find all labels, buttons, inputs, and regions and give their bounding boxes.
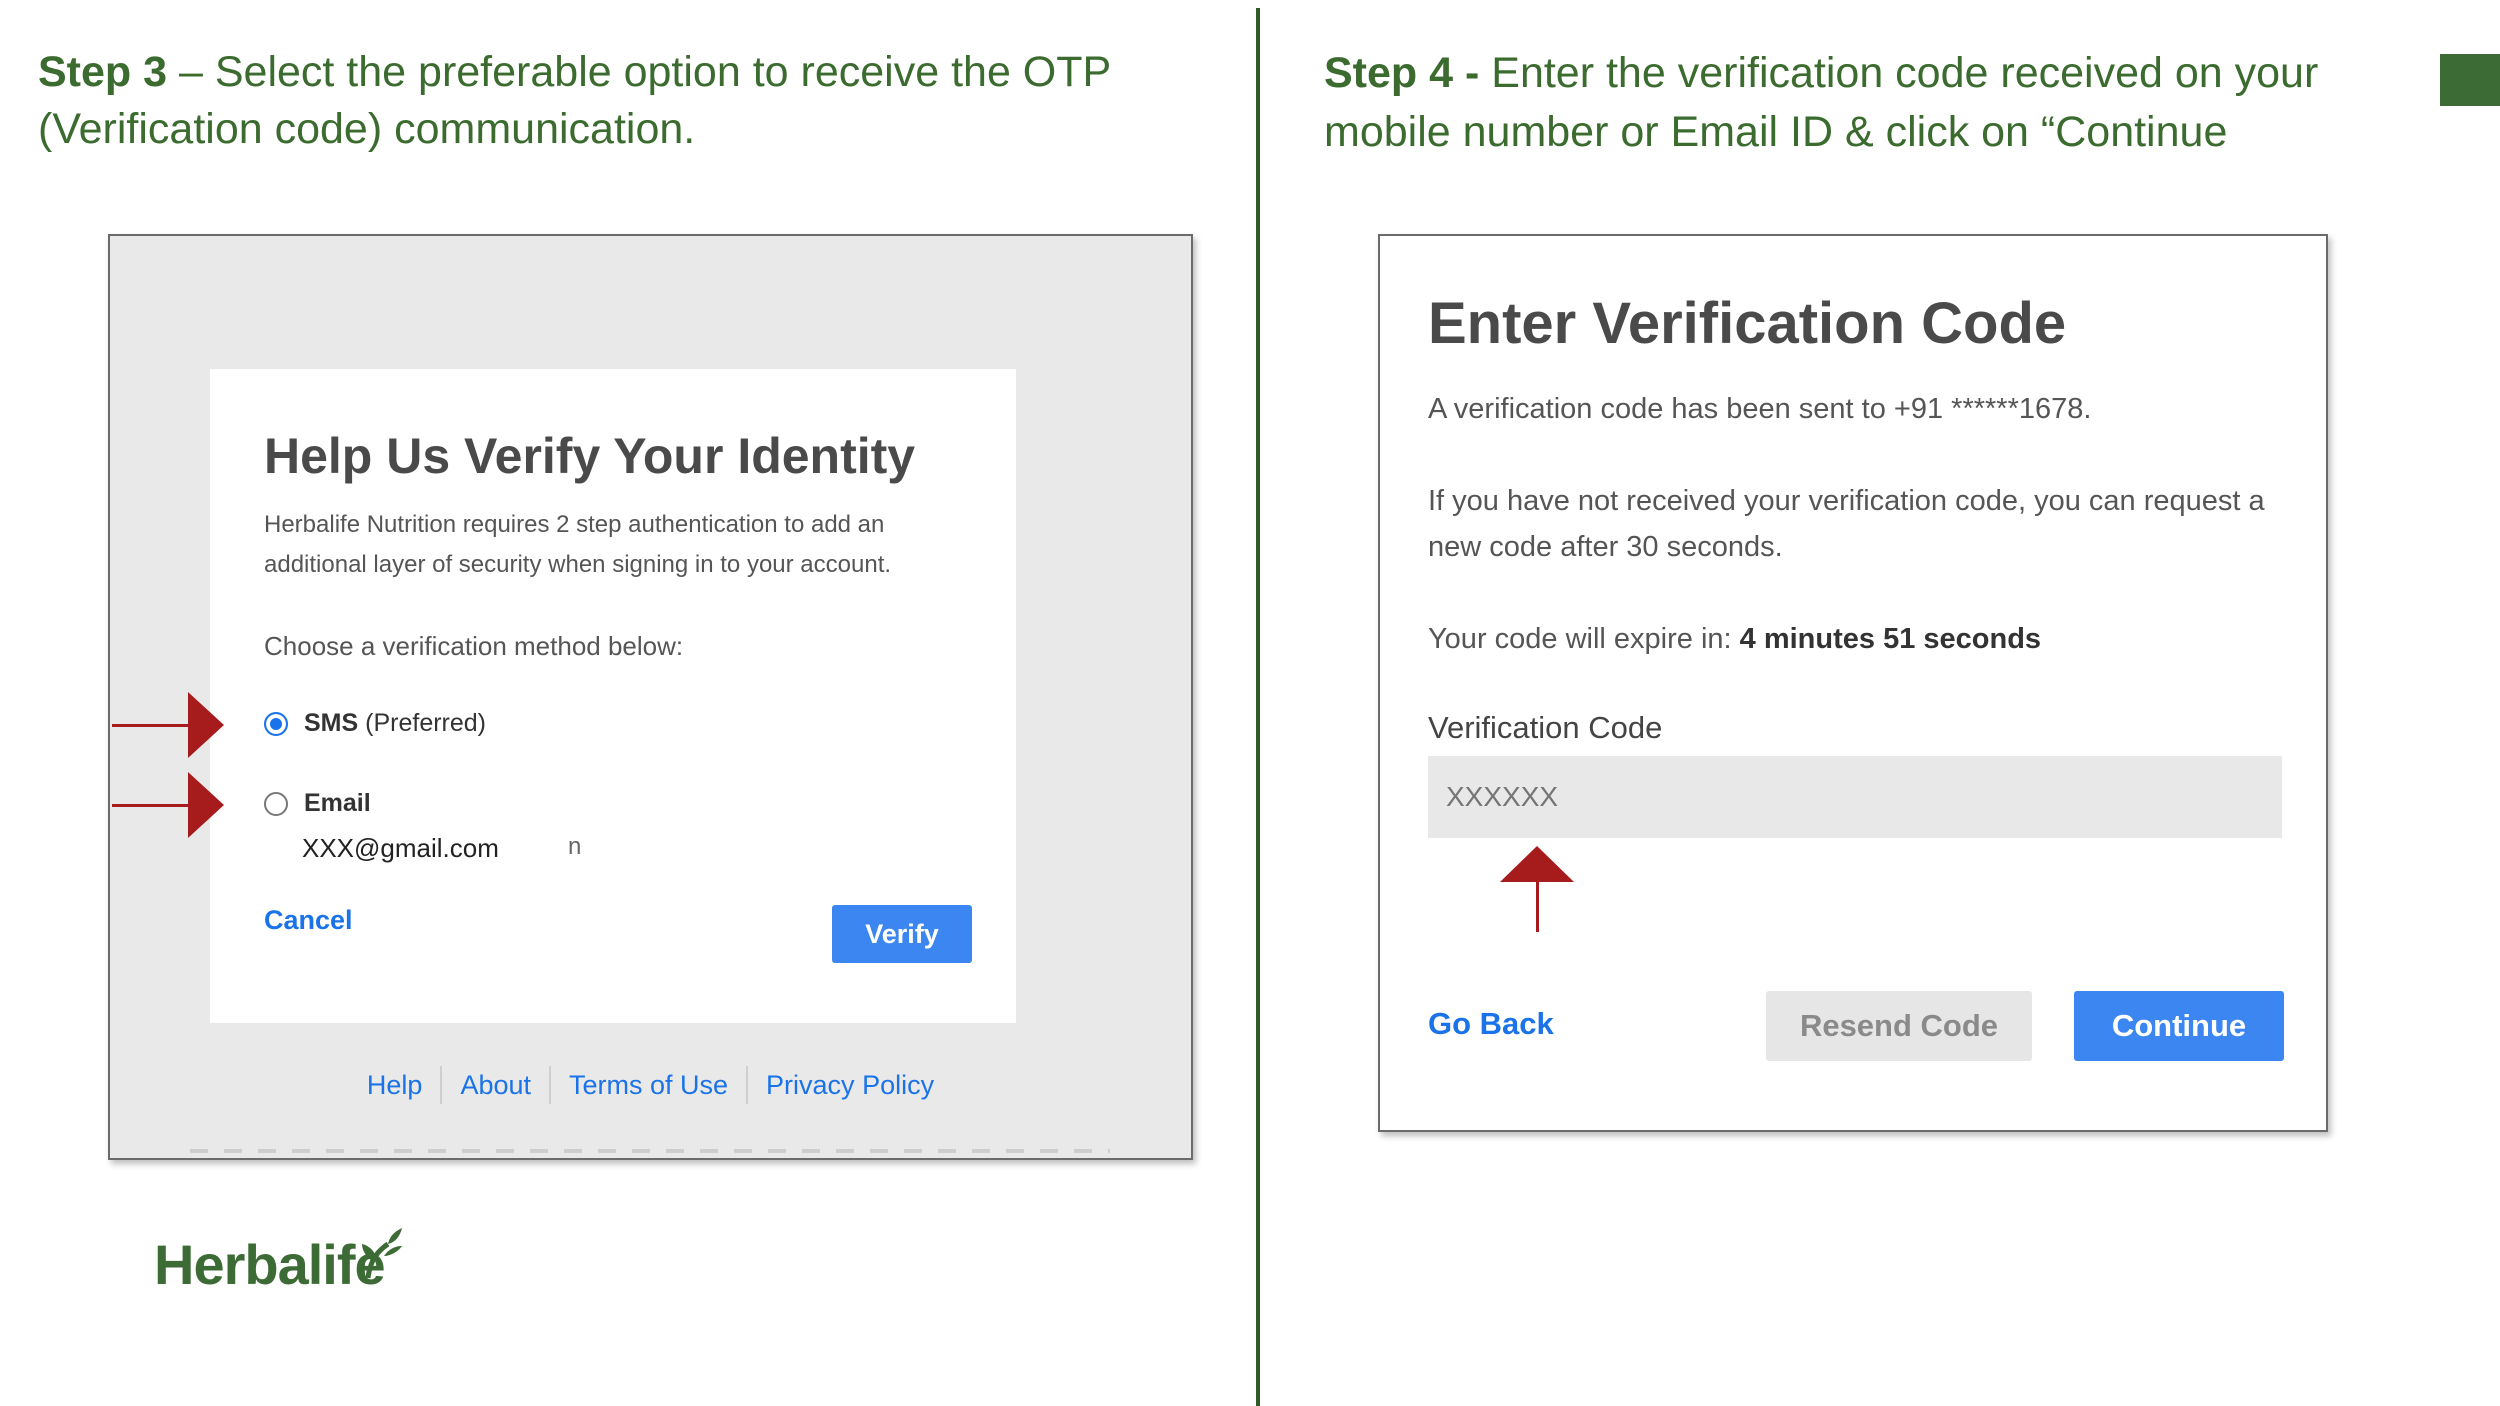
resend-info-message: If you have not received your verificati… [1428, 485, 2265, 563]
email-radio[interactable] [264, 791, 288, 816]
step3-text: – Select the preferable option to receiv… [38, 48, 1111, 153]
logo-text: Herbalife [154, 1233, 386, 1296]
arrow-shaft [112, 803, 188, 807]
cancel-link[interactable]: Cancel [264, 905, 353, 936]
arrow-head-icon [188, 692, 224, 758]
footer-link-terms[interactable]: Terms of Use [551, 1066, 749, 1104]
verification-code-label: Verification Code [1428, 710, 1663, 745]
footer-link-about[interactable]: About [442, 1066, 551, 1104]
corner-accent-block [2440, 54, 2500, 106]
arrow-shaft [112, 723, 188, 727]
step4-heading: Step 4 - Enter the verification code rec… [1324, 44, 2424, 162]
identity-card-description: Herbalife Nutrition requires 2 step auth… [264, 511, 892, 578]
sms-radio[interactable] [264, 711, 288, 736]
stray-mark: n [568, 833, 582, 860]
footer-link-help[interactable]: Help [349, 1066, 443, 1104]
herbalife-logo: Herbalife [154, 1228, 402, 1297]
step4-label: Step 4 - [1324, 49, 1480, 97]
identity-card-title: Help Us Verify Your Identity [264, 428, 916, 484]
arrow-to-sms [112, 692, 224, 758]
email-option[interactable]: Email [264, 789, 371, 818]
expiry-countdown: 4 minutes 51 seconds [1739, 623, 2042, 655]
arrow-head-icon [188, 772, 224, 838]
verification-card-title: Enter Verification Code [1428, 291, 2067, 356]
verify-button[interactable]: Verify [832, 905, 972, 963]
email-label: Email [304, 789, 371, 817]
email-option-label: Email [304, 789, 371, 818]
expiry-prefix: Your code will expire in: [1428, 623, 1740, 655]
column-divider [1256, 8, 1260, 1406]
choose-method-prompt: Choose a verification method below: [264, 631, 684, 661]
sms-option-label: SMS (Preferred) [304, 709, 486, 738]
step3-label: Step 3 [38, 48, 168, 96]
arrow-head-up-icon [1500, 846, 1574, 882]
footer-link-privacy[interactable]: Privacy Policy [748, 1066, 952, 1104]
arrow-shaft [1535, 882, 1539, 932]
code-sent-message: A verification code has been sent to +91… [1428, 393, 2092, 425]
arrow-to-email [112, 772, 224, 838]
sms-label: SMS [304, 709, 359, 737]
resend-code-button[interactable]: Resend Code [1766, 991, 2032, 1061]
sms-preferred-note: (Preferred) [365, 709, 487, 737]
cropped-footer-text [190, 1149, 1110, 1153]
go-back-link[interactable]: Go Back [1428, 1006, 1554, 1042]
verification-code-input[interactable] [1428, 756, 2282, 838]
expiry-message: Your code will expire in: 4 minutes 51 s… [1428, 616, 2268, 662]
identity-verification-screenshot: Help Us Verify Your Identity Herbalife N… [108, 234, 1193, 1160]
email-address: XXX@gmail.com [302, 833, 499, 863]
identity-card: Help Us Verify Your Identity Herbalife N… [210, 369, 1016, 1023]
sms-option[interactable]: SMS (Preferred) [264, 709, 486, 738]
footer-links: Help About Terms of Use Privacy Policy [110, 1066, 1191, 1104]
continue-button[interactable]: Continue [2074, 991, 2284, 1061]
arrow-to-code-input [1500, 846, 1574, 932]
leaf-icon [362, 1228, 402, 1279]
verification-code-screenshot: Enter Verification Code A verification c… [1378, 234, 2328, 1132]
step3-heading: Step 3 – Select the preferable option to… [38, 44, 1238, 158]
